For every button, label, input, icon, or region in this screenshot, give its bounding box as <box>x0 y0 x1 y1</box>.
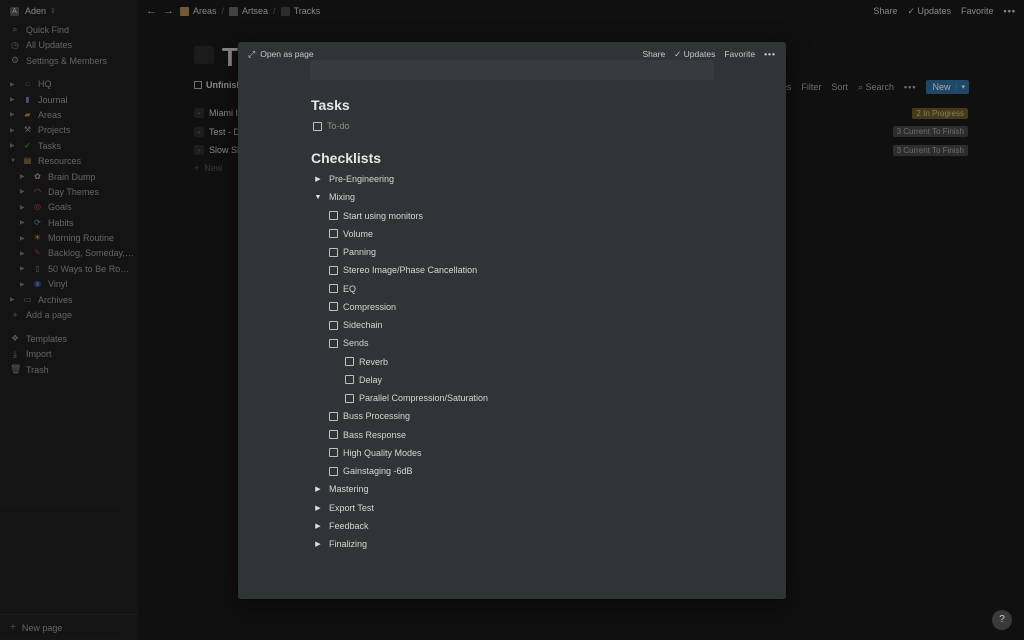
modal-share-button[interactable]: Share <box>642 49 665 59</box>
checkbox[interactable] <box>329 229 338 239</box>
item-label: Mastering <box>329 484 369 495</box>
checkbox[interactable] <box>329 247 338 257</box>
more-icon[interactable]: ••• <box>764 49 776 59</box>
item-label: EQ <box>343 283 357 294</box>
checkbox[interactable] <box>329 320 338 330</box>
checklist-item[interactable]: Compression <box>329 300 396 314</box>
item-label: Bass Response <box>343 429 407 440</box>
checkbox[interactable] <box>329 338 338 348</box>
item-label: Parallel Compression/Saturation <box>359 393 489 403</box>
checklist-item[interactable]: Buss Processing <box>329 409 410 423</box>
item-label: Reverb <box>359 356 389 367</box>
toggle-item[interactable]: ▶ Export Test <box>313 501 374 515</box>
checklist-item[interactable]: Sends <box>329 336 369 350</box>
item-label: Pre-Engineering <box>329 174 395 184</box>
checklist-item[interactable]: Parallel Compression/Saturation <box>345 391 488 405</box>
item-label: Feedback <box>329 520 369 531</box>
toggle-item[interactable]: ▶ Mastering <box>313 482 369 496</box>
triangle-down-icon[interactable]: ▼ <box>313 194 323 201</box>
check-icon: ✓ <box>674 48 682 59</box>
checkbox[interactable] <box>329 430 338 439</box>
item-label: Volume <box>343 228 374 239</box>
item-label: Compression <box>343 301 397 312</box>
modal-updates-button[interactable]: ✓ Updates <box>674 49 715 60</box>
checkbox[interactable] <box>345 357 354 366</box>
checkbox[interactable] <box>329 448 338 458</box>
checkbox[interactable] <box>329 302 338 312</box>
checkbox[interactable] <box>329 284 338 293</box>
checklist-item[interactable]: Panning <box>329 245 376 259</box>
checkbox[interactable] <box>345 393 354 403</box>
todo-placeholder[interactable]: To-do <box>327 121 350 131</box>
checklist-item[interactable]: EQ <box>329 282 356 296</box>
checklist-item[interactable]: Reverb <box>345 355 388 369</box>
triangle-right-icon[interactable]: ▶ <box>313 485 323 493</box>
item-label: Buss Processing <box>343 411 411 422</box>
open-as-page-button[interactable]: ⤢ Open as page <box>248 49 314 60</box>
checklist-item[interactable]: Start using monitors <box>329 209 423 223</box>
checklist-item[interactable]: Gainstaging -6dB <box>329 464 413 478</box>
item-label: Sidechain <box>343 320 383 330</box>
item-label: Export Test <box>329 502 374 513</box>
checkbox[interactable] <box>345 375 354 385</box>
item-label: Gainstaging -6dB <box>343 466 413 476</box>
checkbox[interactable] <box>329 211 338 220</box>
triangle-right-icon[interactable]: ▶ <box>313 504 323 512</box>
checklist-item[interactable]: Bass Response <box>329 428 406 442</box>
checkbox[interactable] <box>313 121 322 131</box>
checklists-heading: Checklists <box>311 150 382 166</box>
toggle-item[interactable]: ▶ Pre-Engineering <box>313 172 394 186</box>
checklist-item[interactable]: Stereo Image/Phase Cancellation <box>329 263 477 277</box>
help-button[interactable]: ? <box>992 610 1012 630</box>
tasks-heading: Tasks <box>311 97 350 113</box>
checklist-item[interactable]: Sidechain <box>329 318 383 332</box>
item-label: Panning <box>343 247 377 257</box>
open-as-page-label: Open as page <box>260 48 314 59</box>
checklist-item[interactable]: Delay <box>345 373 382 387</box>
triangle-right-icon[interactable]: ▶ <box>313 540 323 548</box>
checkbox[interactable] <box>329 411 338 421</box>
toggle-item[interactable]: ▶ Finalizing <box>313 537 367 551</box>
item-label: High Quality Modes <box>343 447 422 458</box>
toggle-item[interactable]: ▶ Feedback <box>313 519 369 533</box>
item-label: Mixing <box>329 192 356 203</box>
item-label: Stereo Image/Phase Cancellation <box>343 265 478 276</box>
expand-icon: ⤢ <box>248 48 256 59</box>
item-label: Delay <box>359 374 383 385</box>
item-label: Sends <box>343 338 369 349</box>
modal-favorite-button[interactable]: Favorite <box>724 49 755 59</box>
item-label: Start using monitors <box>343 210 424 221</box>
checklist-item[interactable]: Volume <box>329 227 373 241</box>
content-block <box>310 60 714 80</box>
checkbox[interactable] <box>329 466 338 476</box>
triangle-right-icon[interactable]: ▶ <box>313 175 323 183</box>
item-label: Finalizing <box>329 539 368 549</box>
modal-updates-label: Updates <box>683 48 716 59</box>
page-peek-modal: ⤢ Open as page Share ✓ Updates Favorite •… <box>238 42 786 599</box>
triangle-right-icon[interactable]: ▶ <box>313 522 323 530</box>
checkbox[interactable] <box>329 265 338 275</box>
toggle-item[interactable]: ▼ Mixing <box>313 190 355 204</box>
todo-item[interactable]: To-do <box>313 119 350 133</box>
checklist-item[interactable]: High Quality Modes <box>329 446 422 460</box>
